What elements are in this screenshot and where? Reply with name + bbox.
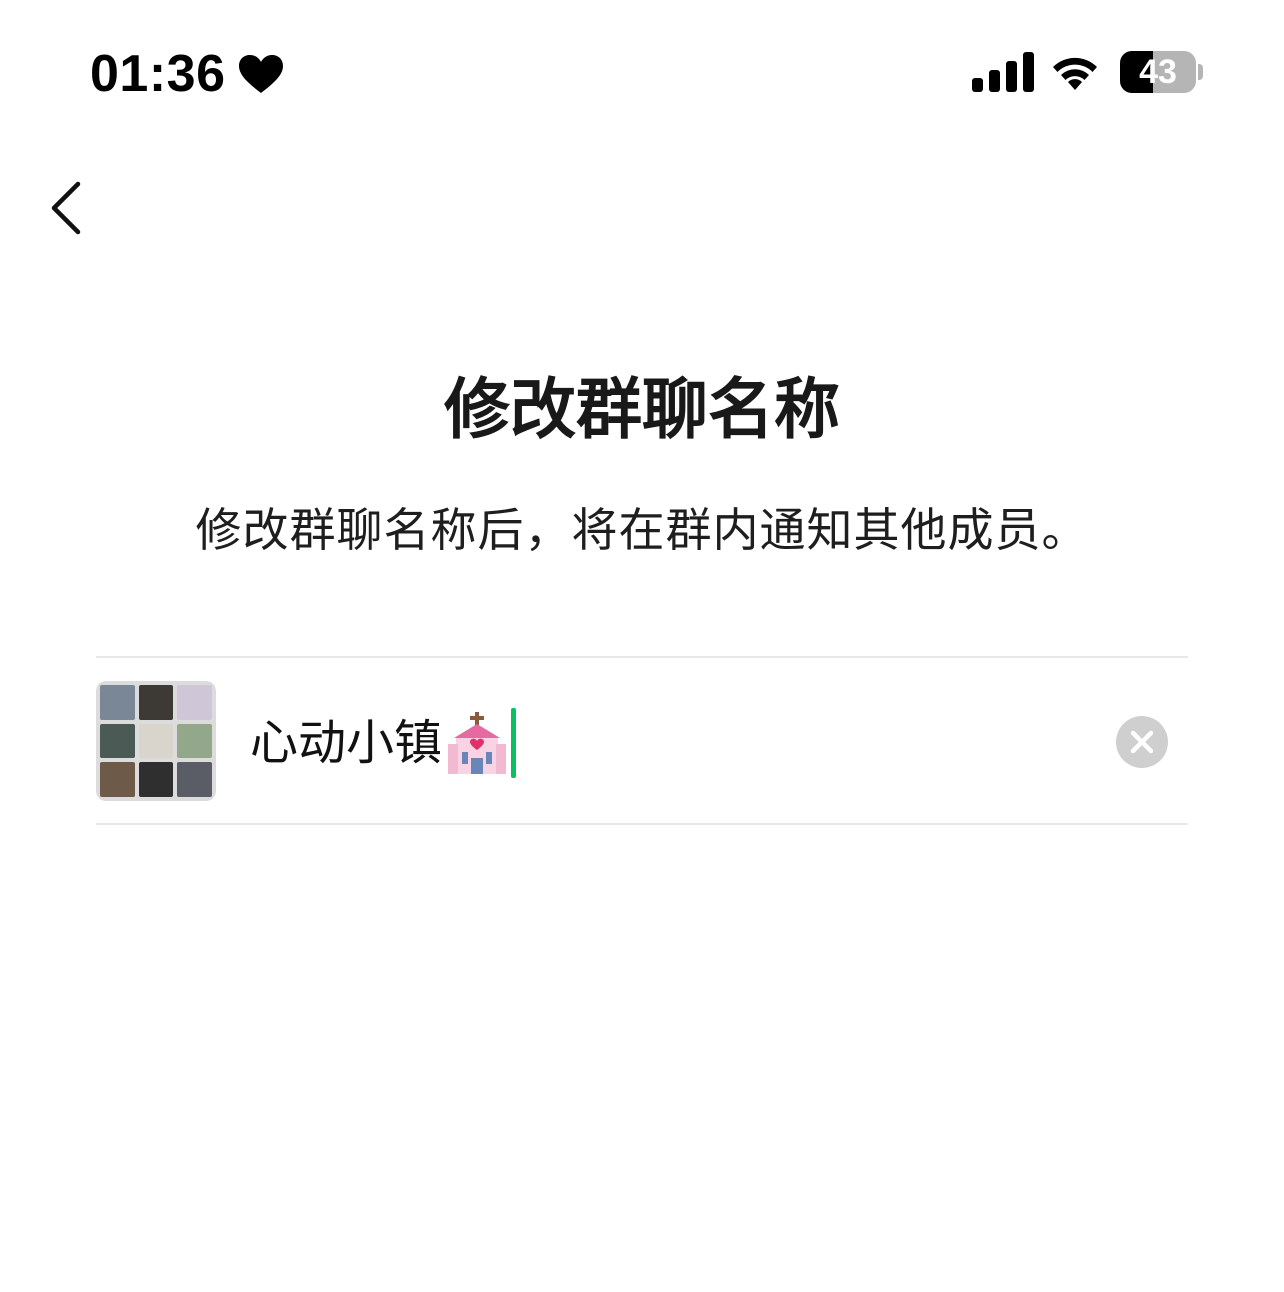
- avatar-tile: [177, 685, 212, 720]
- wedding-chapel-icon: [448, 712, 507, 774]
- signal-icon: [972, 52, 1034, 92]
- wifi-icon: [1053, 57, 1097, 90]
- clear-icon: [1130, 730, 1154, 754]
- page-subtitle: 修改群聊名称后，将在群内通知其他成员。: [195, 503, 1089, 557]
- avatar-tile: [138, 685, 174, 720]
- avatar-tile: [138, 723, 174, 759]
- divider-top: [96, 656, 1188, 658]
- group-name-input[interactable]: 心动小镇: [250, 708, 517, 778]
- avatar-tile: [100, 762, 135, 797]
- avatar-tile: [177, 762, 212, 797]
- status-bar: 01:36 43: [0, 0, 1284, 140]
- avatar-tile: [177, 723, 212, 759]
- battery-label: 43: [1139, 53, 1177, 91]
- divider-bottom: [96, 823, 1188, 825]
- battery-icon: 43: [1120, 51, 1196, 93]
- text-cursor: [511, 708, 517, 778]
- page-title: 修改群聊名称: [444, 371, 840, 448]
- group-name-value: 心动小镇: [250, 715, 443, 771]
- group-avatar: [96, 681, 216, 801]
- back-button[interactable]: [40, 172, 100, 244]
- avatar-tile: [138, 762, 174, 797]
- heart-icon: [239, 55, 283, 93]
- clear-button[interactable]: [1116, 716, 1168, 768]
- avatar-tile: [100, 723, 135, 759]
- battery-tip: [1198, 64, 1203, 80]
- chevron-left-icon: [51, 181, 81, 235]
- avatar-tile: [100, 685, 135, 720]
- status-time: 01:36: [90, 45, 226, 103]
